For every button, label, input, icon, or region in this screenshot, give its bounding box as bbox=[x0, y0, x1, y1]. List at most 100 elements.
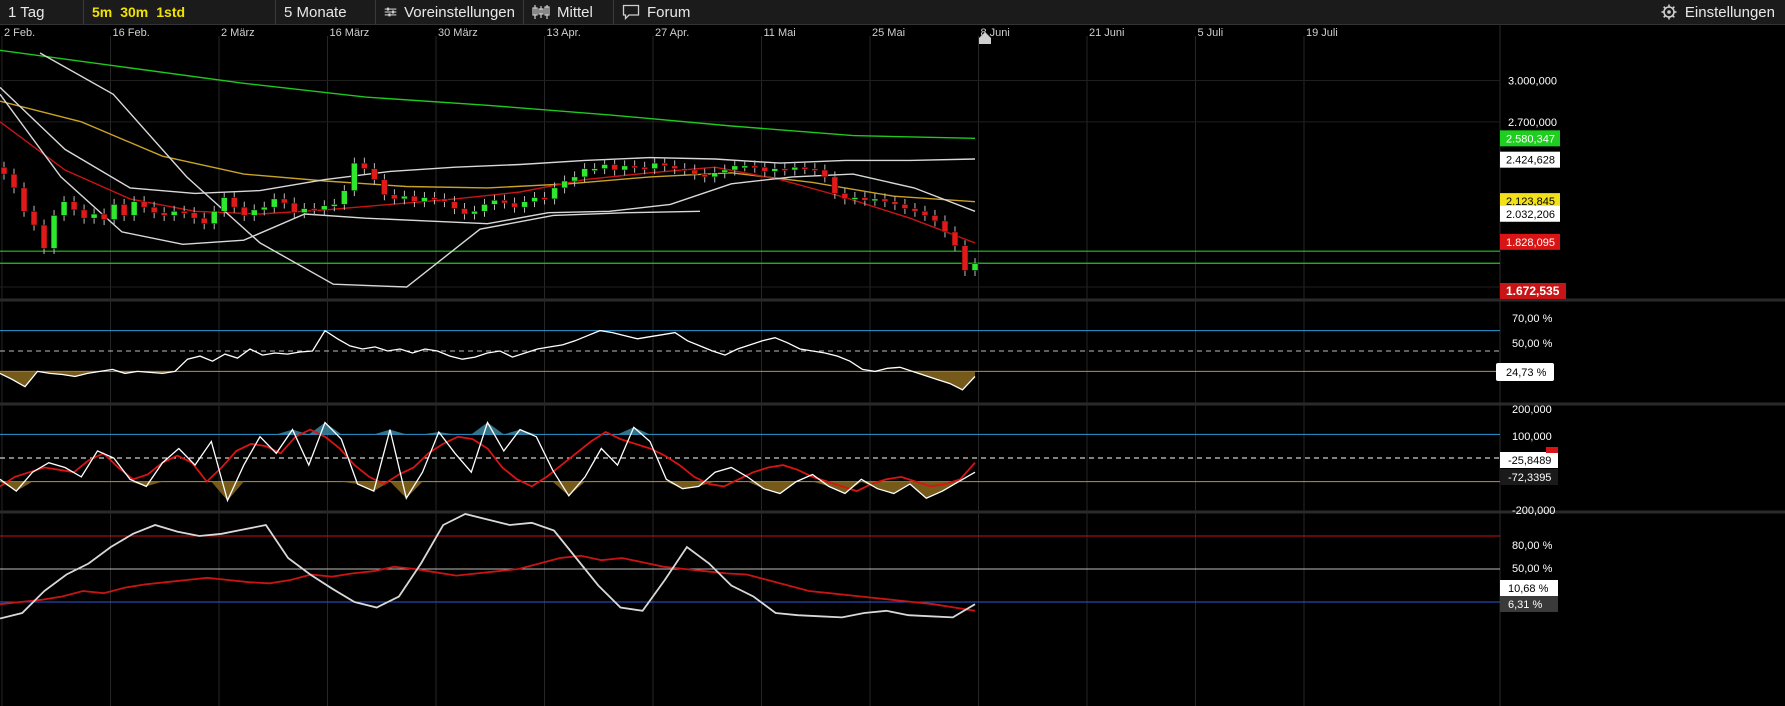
candle-down bbox=[281, 198, 288, 204]
gear-icon bbox=[1661, 4, 1677, 20]
candle-down bbox=[801, 166, 809, 170]
candle-up bbox=[321, 205, 328, 211]
x-tick-label: 5 Juli bbox=[1198, 27, 1224, 39]
average-button[interactable]: Mittel bbox=[524, 0, 614, 24]
candle-down bbox=[411, 195, 418, 202]
presets-label: Voreinstellungen bbox=[404, 3, 515, 21]
candle-up bbox=[251, 209, 258, 216]
candle-down bbox=[901, 204, 909, 209]
candle-down bbox=[951, 231, 959, 246]
candle-up bbox=[331, 204, 338, 207]
candle-up bbox=[170, 211, 178, 216]
candle-down bbox=[150, 206, 158, 213]
candle-down bbox=[180, 211, 188, 214]
x-tick-label: 2 März bbox=[221, 27, 255, 39]
candle-down bbox=[661, 162, 668, 167]
candle-down bbox=[461, 208, 468, 215]
indicator-line bbox=[0, 513, 976, 620]
candle-down bbox=[941, 220, 949, 233]
price-label-text: 2.580,347 bbox=[1506, 133, 1555, 145]
quick-interval-5m[interactable]: 5m bbox=[88, 4, 116, 20]
x-tick-label: 21 Juni bbox=[1089, 27, 1124, 39]
candle-up bbox=[60, 201, 68, 216]
candle-up bbox=[621, 165, 628, 171]
indicator-tick-label: 80,00 % bbox=[1512, 540, 1553, 552]
candle-up bbox=[571, 176, 578, 182]
x-tick-label: 16 Feb. bbox=[113, 27, 150, 39]
candle-up bbox=[301, 208, 308, 213]
candle-down bbox=[931, 215, 939, 222]
price-series-line bbox=[0, 93, 976, 246]
forum-button[interactable]: Forum bbox=[614, 0, 704, 24]
candle-up bbox=[971, 263, 979, 271]
x-tick-label: 13 Apr. bbox=[547, 27, 581, 39]
candle-up bbox=[591, 168, 598, 171]
indicator-line bbox=[0, 554, 976, 612]
indicator-line bbox=[0, 329, 976, 391]
x-tick-label: 19 Juli bbox=[1306, 27, 1338, 39]
quick-interval-30m[interactable]: 30m bbox=[116, 4, 152, 20]
candle-down bbox=[891, 201, 899, 205]
candle-up bbox=[401, 195, 408, 200]
price-label-text: 1.672,535 bbox=[1506, 284, 1560, 298]
candle-up bbox=[741, 165, 749, 169]
candle-down bbox=[451, 201, 458, 209]
candle-down bbox=[641, 166, 648, 170]
candle-down bbox=[381, 179, 388, 196]
candle-up bbox=[531, 197, 538, 202]
candle-up bbox=[851, 197, 859, 200]
sliders-icon bbox=[384, 7, 397, 17]
candle-up bbox=[791, 166, 799, 171]
price-series-line bbox=[0, 49, 976, 139]
candle-down bbox=[120, 204, 128, 216]
indicator-tick-label: 50,00 % bbox=[1512, 338, 1553, 350]
candle-down bbox=[751, 165, 759, 169]
candle-up bbox=[521, 201, 528, 208]
oversold-fill bbox=[0, 371, 975, 390]
candle-up bbox=[110, 204, 118, 220]
candle-up bbox=[341, 190, 348, 205]
interval-select[interactable]: 1 Tag bbox=[0, 0, 84, 24]
price-panel bbox=[0, 32, 1500, 288]
candle-down bbox=[431, 197, 438, 200]
chart-area[interactable]: 2 Feb. 16 Feb. 2 März 16 März 30 März 13 Apr.… bbox=[0, 24, 1785, 706]
candle-down bbox=[240, 206, 248, 216]
forum-label: Forum bbox=[647, 3, 691, 21]
stochastic-panel bbox=[0, 513, 1500, 620]
cci-value-upper: -25,8489 bbox=[1508, 455, 1551, 467]
price-label-text: 2.032,206 bbox=[1506, 209, 1555, 221]
candle-up bbox=[651, 162, 658, 169]
quick-interval-1std[interactable]: 1std bbox=[152, 4, 189, 20]
price-series-line bbox=[0, 86, 976, 195]
candle-up bbox=[871, 198, 879, 202]
candle-down bbox=[511, 202, 518, 208]
candle-up bbox=[130, 201, 138, 216]
price-series-line bbox=[39, 52, 701, 288]
price-series-line bbox=[0, 100, 976, 203]
candle-down bbox=[911, 208, 919, 212]
candle-down bbox=[831, 176, 839, 194]
candle-down bbox=[20, 187, 28, 212]
chat-bubble-icon bbox=[622, 4, 640, 20]
cci-value-tab bbox=[1546, 447, 1558, 453]
candle-down bbox=[671, 165, 678, 169]
indicator-tick-label: -200,000 bbox=[1512, 505, 1555, 517]
candle-down bbox=[961, 245, 969, 271]
settings-button[interactable]: Einstellungen bbox=[1651, 0, 1785, 24]
candle-down bbox=[80, 209, 88, 219]
range-select[interactable]: 5 Monate bbox=[276, 0, 376, 24]
candle-down bbox=[70, 201, 78, 211]
candle-down bbox=[881, 198, 889, 202]
candle-down bbox=[441, 198, 448, 202]
x-tick-label: 16 März bbox=[330, 27, 370, 39]
presets-button[interactable]: Voreinstellungen bbox=[376, 0, 524, 24]
candle-down bbox=[861, 197, 869, 201]
candle-down bbox=[100, 213, 108, 220]
price-label-text: 2.424,628 bbox=[1506, 155, 1555, 167]
indicator-tick-label: 70,00 % bbox=[1512, 313, 1553, 325]
price-tick-label: 3.000,000 bbox=[1508, 76, 1557, 88]
candle-up bbox=[721, 169, 728, 174]
candle-up bbox=[771, 168, 779, 172]
candle-down bbox=[611, 164, 618, 171]
candle-down bbox=[200, 217, 208, 224]
